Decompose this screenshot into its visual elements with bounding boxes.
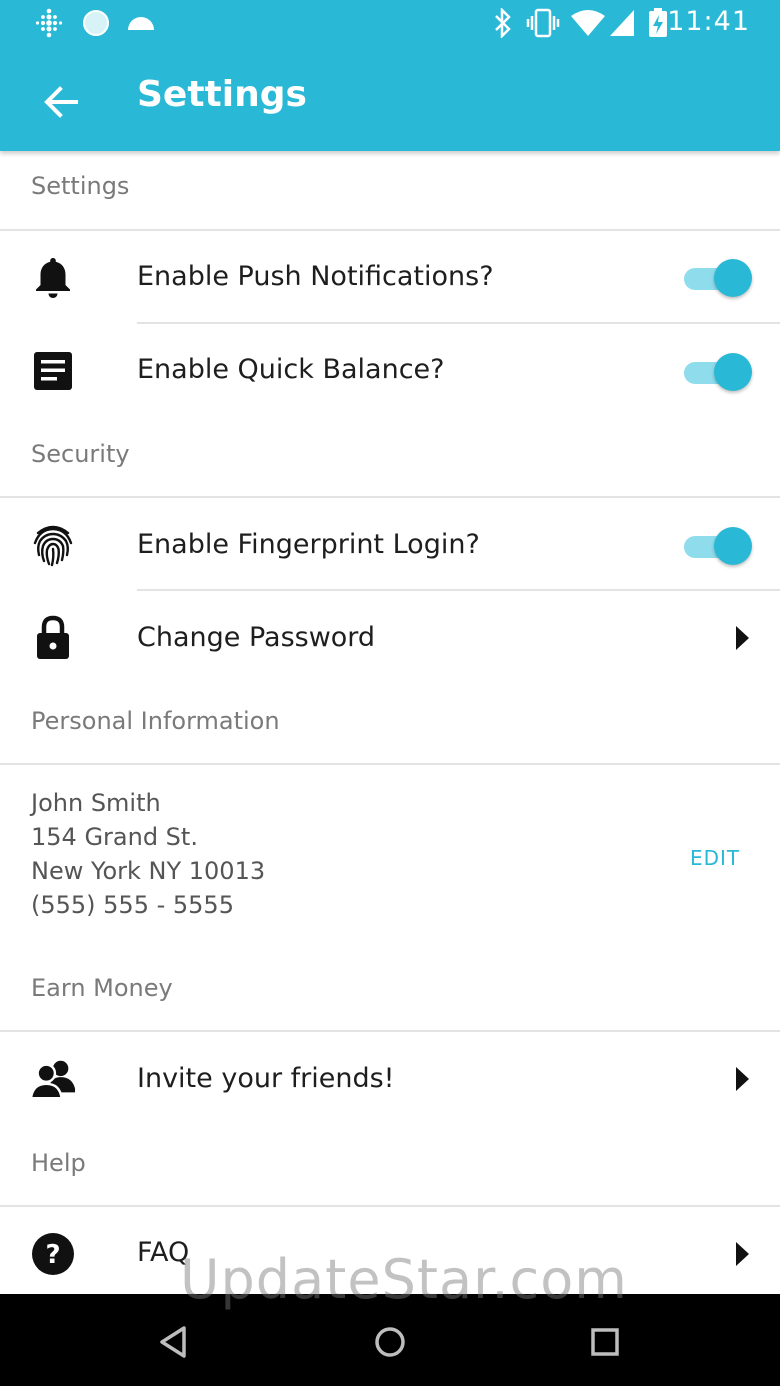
section-divider — [0, 496, 780, 498]
status-time: 11:41 — [667, 6, 750, 37]
app-bar: Settings — [0, 48, 780, 151]
svg-text:?: ? — [45, 1240, 60, 1270]
lock-icon — [30, 614, 76, 660]
status-bar: 11:41 — [0, 0, 780, 48]
push-notifications-label: Enable Push Notifications? — [137, 261, 494, 292]
bell-icon — [30, 254, 76, 300]
quick-balance-label: Enable Quick Balance? — [137, 354, 445, 385]
signal-icon — [608, 8, 636, 38]
document-icon — [30, 348, 76, 394]
edit-button[interactable]: EDIT — [690, 846, 740, 870]
nav-back-icon[interactable] — [154, 1320, 198, 1364]
bluetooth-icon — [492, 8, 514, 38]
section-header-personal: Personal Information — [31, 707, 280, 735]
wifi-icon — [570, 8, 606, 38]
personal-city: New York NY 10013 — [31, 857, 266, 885]
section-divider — [0, 1030, 780, 1032]
fingerprint-login-toggle[interactable] — [682, 525, 752, 565]
people-icon — [30, 1056, 76, 1102]
section-divider — [0, 229, 780, 231]
watermark: UpdateStar.com — [180, 1248, 628, 1311]
chevron-right-icon — [734, 625, 750, 651]
fitbit-icon — [34, 8, 64, 38]
page-title: Settings — [137, 74, 307, 115]
vibrate-icon — [526, 8, 560, 38]
push-notifications-toggle[interactable] — [682, 257, 752, 297]
section-header-settings: Settings — [31, 172, 130, 200]
personal-street: 154 Grand St. — [31, 823, 198, 851]
chevron-right-icon — [734, 1066, 750, 1092]
row-divider — [137, 322, 780, 324]
personal-name: John Smith — [31, 789, 161, 817]
section-header-security: Security — [31, 440, 130, 468]
cloud-icon — [126, 8, 156, 38]
section-divider — [0, 763, 780, 765]
invite-friends-label: Invite your friends! — [137, 1063, 395, 1094]
section-divider — [0, 1205, 780, 1207]
quick-balance-toggle[interactable] — [682, 351, 752, 391]
row-divider — [137, 589, 780, 591]
nav-recents-icon[interactable] — [583, 1320, 627, 1364]
section-header-earn: Earn Money — [31, 974, 173, 1002]
nav-home-icon[interactable] — [368, 1320, 412, 1364]
help-circle-icon: ? — [30, 1231, 76, 1277]
personal-phone: (555) 555 - 5555 — [31, 891, 234, 919]
change-password-label: Change Password — [137, 622, 376, 653]
battery-charging-icon — [648, 8, 668, 38]
fingerprint-icon — [30, 521, 76, 567]
app-circle-icon — [82, 8, 110, 38]
chevron-right-icon — [734, 1241, 750, 1267]
back-arrow-icon[interactable] — [40, 80, 84, 124]
section-header-help: Help — [31, 1149, 86, 1177]
fingerprint-login-label: Enable Fingerprint Login? — [137, 529, 480, 560]
